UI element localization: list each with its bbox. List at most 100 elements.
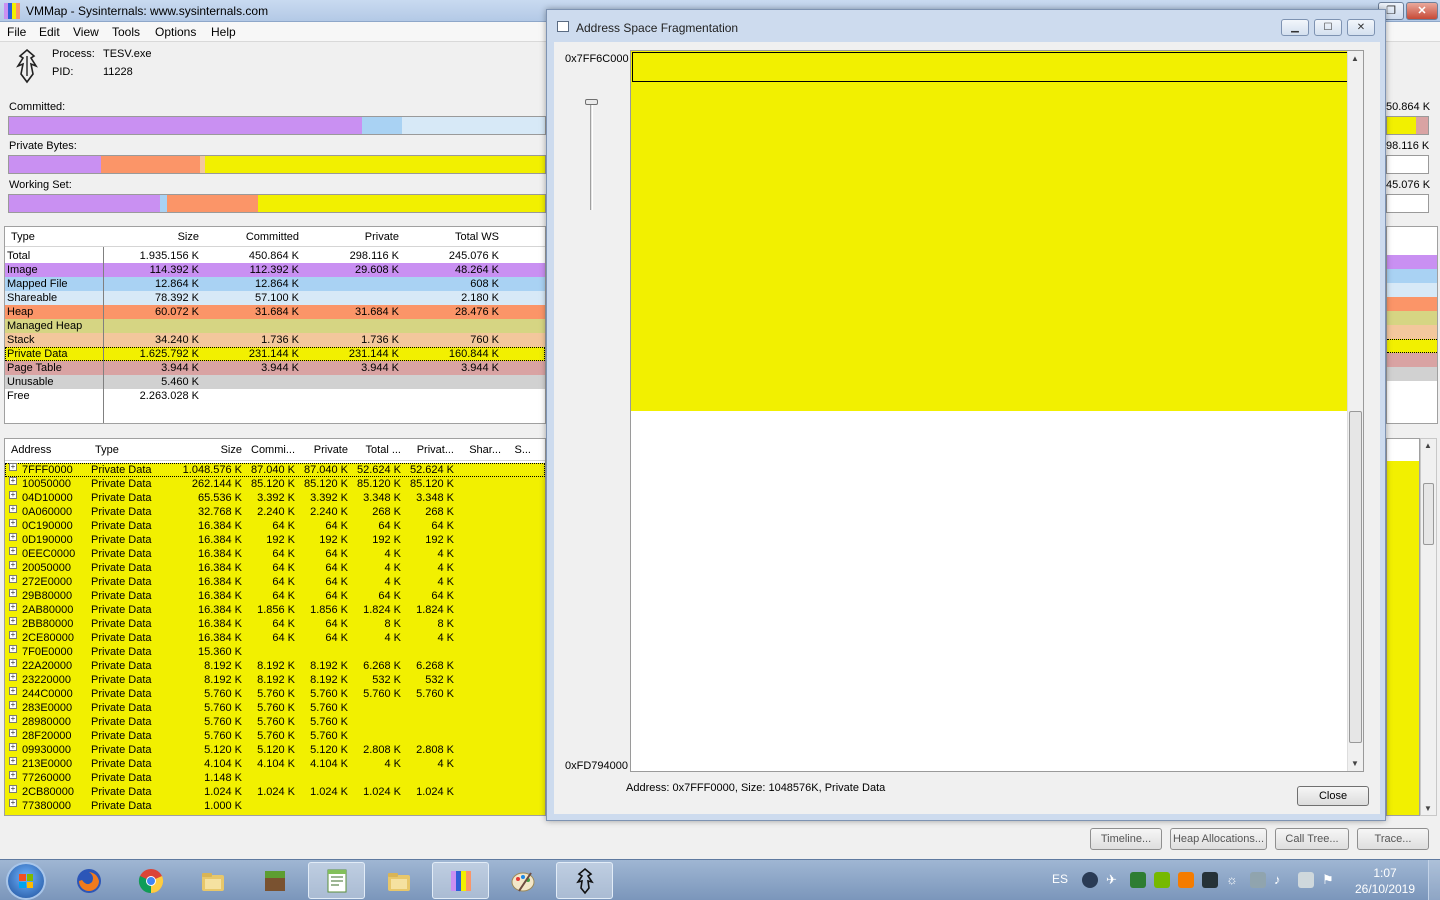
expand-icon[interactable]: + bbox=[9, 533, 17, 541]
expand-icon[interactable]: + bbox=[9, 463, 17, 471]
menu-edit[interactable]: Edit bbox=[39, 25, 60, 39]
expand-icon[interactable]: + bbox=[9, 603, 17, 611]
steam-icon[interactable] bbox=[1082, 872, 1098, 888]
expand-icon[interactable]: + bbox=[9, 491, 17, 499]
summary-row-private-data[interactable]: Private Data 1.625.792 K 231.144 K 231.144 … bbox=[5, 347, 545, 361]
table-row[interactable]: +20050000 Private Data 16.384 K 64 K 64 K 4 K… bbox=[5, 561, 545, 575]
clock-date[interactable]: 26/10/2019 bbox=[1350, 882, 1420, 896]
expand-icon[interactable]: + bbox=[9, 645, 17, 653]
table-row[interactable]: +0EEC0000 Private Data 16.384 K 64 K 64 K 4 K… bbox=[5, 547, 545, 561]
table-row[interactable]: +283E0000 Private Data 5.760 K 5.760 K 5.760… bbox=[5, 701, 545, 715]
summary-row-shareable[interactable]: Shareable 78.392 K 57.100 K 2.180 K bbox=[5, 291, 545, 305]
selected-region[interactable] bbox=[632, 52, 1348, 82]
col-private[interactable]: Private bbox=[365, 231, 399, 243]
taskbar-vmmap[interactable] bbox=[432, 862, 489, 899]
table-row[interactable]: +0C190000 Private Data 16.384 K 64 K 64 K 64 … bbox=[5, 519, 545, 533]
col-shareable-ws[interactable]: Shar... bbox=[469, 444, 501, 456]
fragmentation-map[interactable]: ▲ ▼ bbox=[630, 50, 1364, 772]
taskbar-paint[interactable] bbox=[494, 862, 551, 899]
usb-icon[interactable] bbox=[1250, 872, 1266, 888]
table-row[interactable]: +272E0000 Private Data 16.384 K 64 K 64 K 4 K… bbox=[5, 575, 545, 589]
col-committed[interactable]: Commi... bbox=[251, 444, 295, 456]
summary-row-free[interactable]: Free 2.263.028 K bbox=[5, 389, 545, 403]
clock-time[interactable]: 1:07 bbox=[1350, 866, 1420, 880]
scrollbar-thumb[interactable] bbox=[1423, 483, 1434, 545]
close-button[interactable]: Close bbox=[1297, 786, 1369, 806]
col-address[interactable]: Address bbox=[11, 444, 51, 456]
expand-icon[interactable]: + bbox=[9, 757, 17, 765]
table-row[interactable]: +10050000 Private Data 262.144 K 85.120 K 85… bbox=[5, 477, 545, 491]
table-row[interactable]: +0D190000 Private Data 16.384 K 192 K 192 K 1… bbox=[5, 533, 545, 547]
col-total-ws[interactable]: Total ... bbox=[366, 444, 401, 456]
summary-row-page-table[interactable]: Page Table 3.944 K 3.944 K 3.944 K 3.944 K bbox=[5, 361, 545, 375]
timeline-button[interactable]: Timeline... bbox=[1090, 828, 1162, 850]
expand-icon[interactable]: + bbox=[9, 687, 17, 695]
trace-button[interactable]: Trace... bbox=[1357, 828, 1429, 850]
expand-icon[interactable]: + bbox=[9, 575, 17, 583]
detail-vertical-scrollbar[interactable]: ▲ ▼ bbox=[1420, 438, 1437, 816]
taskbar-notepad[interactable] bbox=[308, 862, 365, 899]
expand-icon[interactable]: + bbox=[9, 771, 17, 779]
menu-options[interactable]: Options bbox=[155, 25, 196, 39]
col-size[interactable]: Size bbox=[221, 444, 242, 456]
scroll-up-icon[interactable]: ▲ bbox=[1424, 441, 1432, 450]
show-desktop-button[interactable] bbox=[1428, 860, 1440, 900]
table-row[interactable]: +213E0000 Private Data 4.104 K 4.104 K 4.104… bbox=[5, 757, 545, 771]
network-icon[interactable] bbox=[1298, 872, 1314, 888]
menu-file[interactable]: File bbox=[7, 25, 26, 39]
table-row[interactable]: +28980000 Private Data 5.760 K 5.760 K 5.760… bbox=[5, 715, 545, 729]
network-tool-icon[interactable]: ✈ bbox=[1106, 872, 1122, 888]
expand-icon[interactable]: + bbox=[9, 659, 17, 667]
table-row[interactable]: +0A060000 Private Data 32.768 K 2.240 K 2.24… bbox=[5, 505, 545, 519]
table-row[interactable]: +77260000 Private Data 1.148 K bbox=[5, 771, 545, 785]
private-data-region[interactable] bbox=[631, 51, 1349, 411]
menu-help[interactable]: Help bbox=[211, 25, 236, 39]
expand-icon[interactable]: + bbox=[9, 589, 17, 597]
expand-icon[interactable]: + bbox=[9, 729, 17, 737]
menu-view[interactable]: View bbox=[73, 25, 99, 39]
close-button[interactable]: ✕ bbox=[1406, 2, 1438, 20]
expand-icon[interactable]: + bbox=[9, 547, 17, 555]
maximize-button[interactable]: ☐ bbox=[1314, 19, 1342, 36]
taskbar-chrome[interactable] bbox=[122, 862, 179, 899]
col-total-ws[interactable]: Total WS bbox=[455, 231, 499, 243]
taskbar-firefox[interactable] bbox=[60, 862, 117, 899]
table-row[interactable]: +244C0000 Private Data 5.760 K 5.760 K 5.760… bbox=[5, 687, 545, 701]
table-row[interactable]: +29B80000 Private Data 16.384 K 64 K 64 K 64 … bbox=[5, 589, 545, 603]
volume-icon[interactable]: ♪ bbox=[1274, 872, 1290, 888]
heap-allocations-button[interactable]: Heap Allocations... bbox=[1170, 828, 1267, 850]
taskbar-explorer-2[interactable] bbox=[370, 862, 427, 899]
table-row[interactable]: +04D10000 Private Data 65.536 K 3.392 K 3.39… bbox=[5, 491, 545, 505]
col-type[interactable]: Type bbox=[95, 444, 119, 456]
zoom-slider-track[interactable] bbox=[590, 104, 593, 210]
expand-icon[interactable]: + bbox=[9, 477, 17, 485]
hardware-monitor-icon[interactable] bbox=[1202, 872, 1218, 888]
summary-row-heap[interactable]: Heap 60.072 K 31.684 K 31.684 K 28.476 K bbox=[5, 305, 545, 319]
summary-row-managed-heap[interactable]: Managed Heap bbox=[5, 319, 545, 333]
dialog-close-icon[interactable]: ✕ bbox=[1347, 19, 1375, 36]
expand-icon[interactable]: + bbox=[9, 631, 17, 639]
taskbar-skyrim[interactable] bbox=[556, 862, 613, 899]
nvidia-icon[interactable] bbox=[1154, 872, 1170, 888]
map-vertical-scrollbar[interactable]: ▲ ▼ bbox=[1347, 51, 1363, 771]
language-indicator[interactable]: ES bbox=[1052, 872, 1068, 886]
expand-icon[interactable]: + bbox=[9, 785, 17, 793]
table-row[interactable]: +28F20000 Private Data 5.760 K 5.760 K 5.760… bbox=[5, 729, 545, 743]
expand-icon[interactable]: + bbox=[9, 743, 17, 751]
expand-icon[interactable]: + bbox=[9, 519, 17, 527]
taskbar-explorer[interactable] bbox=[184, 862, 241, 899]
table-row[interactable]: +2CB80000 Private Data 1.024 K 1.024 K 1.024… bbox=[5, 785, 545, 799]
summary-row-total[interactable]: Total 1.935.156 K 450.864 K 298.116 K 245.07… bbox=[5, 249, 545, 263]
action-center-flag-icon[interactable]: ⚑ bbox=[1322, 872, 1338, 888]
summary-row-mapped-file[interactable]: Mapped File 12.864 K 12.864 K 608 K bbox=[5, 277, 545, 291]
table-row[interactable]: +23220000 Private Data 8.192 K 8.192 K 8.192… bbox=[5, 673, 545, 687]
table-row[interactable]: +7FFF0000 Private Data 1.048.576 K 87.040 K… bbox=[5, 463, 545, 477]
table-row[interactable]: +77380000 Private Data 1.000 K bbox=[5, 799, 545, 813]
summary-row-stack[interactable]: Stack 34.240 K 1.736 K 1.736 K 760 K bbox=[5, 333, 545, 347]
summary-row-image[interactable]: Image 114.392 K 112.392 K 29.608 K 48.264 K bbox=[5, 263, 545, 277]
expand-icon[interactable]: + bbox=[9, 701, 17, 709]
table-row[interactable]: +2AB80000 Private Data 16.384 K 1.856 K 1.85… bbox=[5, 603, 545, 617]
start-button[interactable] bbox=[6, 862, 46, 900]
table-row[interactable]: +2BB80000 Private Data 16.384 K 64 K 64 K 8 K… bbox=[5, 617, 545, 631]
table-row[interactable]: +22A20000 Private Data 8.192 K 8.192 K 8.192… bbox=[5, 659, 545, 673]
